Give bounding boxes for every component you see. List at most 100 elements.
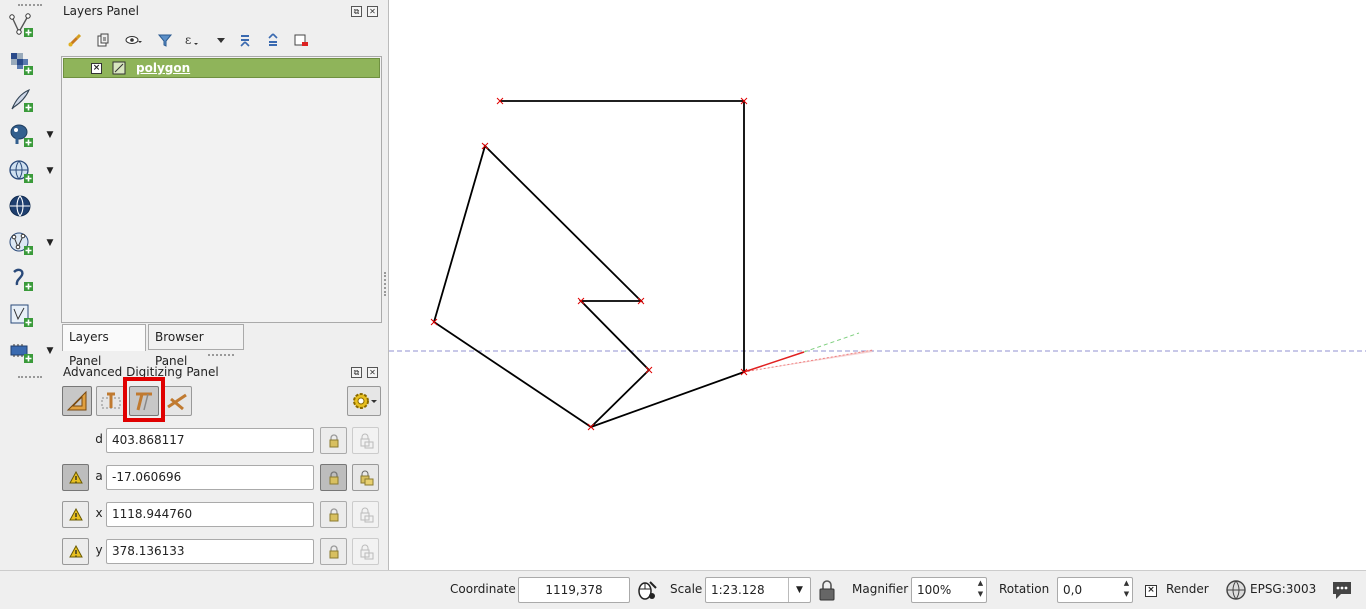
magnifier-spinbox[interactable]: 100% ▲ ▼ [911, 577, 987, 603]
settings-button[interactable] [347, 386, 381, 416]
messages-icon[interactable] [1330, 579, 1354, 601]
spin-arrows-icon[interactable]: ▲ ▼ [1121, 578, 1132, 602]
polygon-outline [432, 100, 745, 428]
chevron-down-icon[interactable]: ▼ [44, 129, 56, 141]
lock-x-button[interactable] [320, 501, 347, 528]
qgis-window: ▼ ▼ ▼ ▼ Layers Panel ⧉ ✕ ε × polygon Lay… [0, 0, 1366, 609]
splitter-handle[interactable] [384, 272, 386, 296]
toolbar-grip[interactable] [18, 4, 42, 6]
distance-row: d 403.868117 [58, 426, 386, 456]
add-delimited-text-layer-icon[interactable] [6, 85, 36, 115]
enable-advanced-digitizing-button[interactable] [62, 386, 92, 416]
add-wcs-layer-icon[interactable] [6, 191, 36, 221]
angle-input[interactable]: -17.060696 [106, 465, 314, 490]
angle-row: a -17.060696 [58, 463, 386, 493]
advanced-digitizing-panel: Advanced Digitizing Panel ⧉ ✕ d 403.8681… [58, 360, 386, 570]
highlight-box [123, 377, 165, 422]
splitter-handle[interactable] [208, 354, 234, 356]
y-input[interactable]: 378.136133 [106, 539, 314, 564]
layer-toolbar: ▼ ▼ ▼ ▼ [0, 0, 58, 570]
coordinate-field[interactable]: 1119,378 [518, 577, 630, 603]
parallel-guide [803, 332, 860, 353]
chevron-down-icon[interactable]: ▼ [788, 578, 810, 602]
distance-input[interactable]: 403.868117 [106, 428, 314, 453]
lock-angle-button[interactable] [320, 464, 347, 491]
layers-tree[interactable]: × polygon [61, 56, 382, 323]
tab-layers-panel[interactable]: Layers Panel [62, 324, 146, 368]
relative-distance-button[interactable] [352, 427, 379, 454]
add-mssql-layer-icon[interactable] [6, 336, 36, 366]
chevron-down-icon[interactable]: ▼ [44, 237, 56, 249]
panel-title: Layers Panel [63, 4, 139, 18]
close-panel-icon[interactable]: ✕ [367, 367, 378, 378]
angle-constraint-button[interactable] [62, 464, 89, 491]
status-bar: Coordinate 1119,378 Scale 1:23.128 ▼ Mag… [0, 570, 1366, 609]
layer-styling-icon[interactable] [64, 28, 86, 52]
rubber-band-line [743, 351, 805, 373]
lock-scale-icon[interactable] [817, 579, 837, 601]
add-spatialite-layer-icon[interactable] [6, 264, 36, 294]
layers-toolbar: ε [64, 28, 324, 52]
polygon-layer-icon [112, 61, 126, 75]
perpendicular-button[interactable] [162, 386, 192, 416]
lock-distance-button[interactable] [320, 427, 347, 454]
filter-icon[interactable] [154, 28, 176, 52]
render-label: Render [1166, 582, 1209, 596]
crs-label[interactable]: EPSG:3003 [1250, 582, 1316, 596]
add-vector-layer-icon[interactable] [6, 10, 36, 40]
relative-y-button[interactable] [352, 538, 379, 565]
eye-icon[interactable] [122, 28, 144, 52]
add-group-icon[interactable] [92, 28, 114, 52]
render-checkbox[interactable]: × [1145, 585, 1157, 597]
close-panel-icon[interactable]: ✕ [367, 6, 378, 17]
chevron-down-icon[interactable]: ▼ [44, 345, 56, 357]
filter-expression-icon[interactable]: ε [182, 28, 204, 52]
layer-item-polygon[interactable]: × polygon [63, 58, 380, 78]
rotation-value: 0,0 [1063, 583, 1083, 597]
tab-browser-panel[interactable]: Browser Panel [148, 324, 244, 368]
relative-x-button[interactable] [352, 501, 379, 528]
y-row: y 378.136133 [58, 537, 386, 567]
add-wfs-layer-icon[interactable] [6, 228, 36, 258]
layers-panel: Layers Panel ⧉ ✕ ε × polygon Layers Pane… [58, 0, 386, 368]
magnifier-label: Magnifier [852, 582, 909, 596]
lock-y-button[interactable] [320, 538, 347, 565]
collapse-all-icon[interactable] [262, 28, 284, 52]
layer-name[interactable]: polygon [136, 61, 190, 75]
add-raster-layer-icon[interactable] [6, 48, 36, 78]
float-panel-icon[interactable]: ⧉ [351, 6, 362, 17]
rotation-spinbox[interactable]: 0,0 ▲ ▼ [1057, 577, 1133, 603]
mouse-extents-toggle-icon[interactable] [634, 578, 658, 602]
coordinate-label: Coordinate [450, 582, 516, 596]
toolbar-grip[interactable] [18, 376, 42, 378]
x-row: x 1118.944760 [58, 500, 386, 530]
chevron-down-icon[interactable] [210, 28, 232, 52]
field-label: d [95, 432, 103, 446]
field-label: x [95, 506, 103, 520]
add-wms-layer-icon[interactable] [6, 156, 36, 186]
add-postgis-layer-icon[interactable] [6, 120, 36, 150]
x-constraint-button[interactable] [62, 501, 89, 528]
add-virtual-layer-icon[interactable] [6, 300, 36, 330]
construction-mode-button[interactable] [96, 386, 126, 416]
expand-all-icon[interactable] [234, 28, 256, 52]
map-canvas[interactable] [388, 0, 1366, 570]
magnifier-value: 100% [917, 583, 952, 597]
remove-layer-icon[interactable] [290, 28, 312, 52]
spin-arrows-icon[interactable]: ▲ ▼ [975, 578, 986, 602]
field-label: a [95, 469, 103, 483]
crs-globe-icon[interactable] [1225, 579, 1247, 601]
chevron-down-icon[interactable]: ▼ [44, 165, 56, 177]
float-panel-icon[interactable]: ⧉ [351, 367, 362, 378]
field-label: y [95, 543, 103, 557]
vertex-markers [430, 97, 748, 431]
vertex-marker [645, 366, 653, 374]
relative-angle-button[interactable] [352, 464, 379, 491]
y-constraint-button[interactable] [62, 538, 89, 565]
svg-text:ε: ε [185, 33, 191, 47]
x-input[interactable]: 1118.944760 [106, 502, 314, 527]
layer-visibility-checkbox[interactable]: × [91, 63, 102, 74]
map-drawing [389, 97, 1366, 431]
scale-combo[interactable]: 1:23.128 ▼ [705, 577, 811, 603]
scale-value: 1:23.128 [711, 583, 765, 597]
